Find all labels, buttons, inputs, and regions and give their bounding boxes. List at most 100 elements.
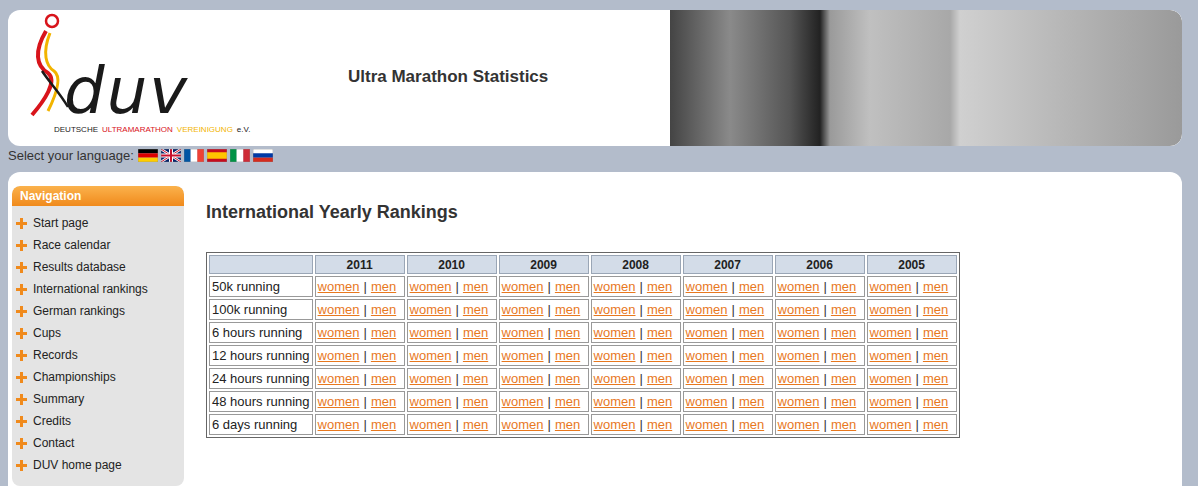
- women-link[interactable]: women: [318, 348, 360, 363]
- men-link[interactable]: men: [463, 394, 488, 409]
- women-link[interactable]: women: [778, 394, 820, 409]
- women-link[interactable]: women: [410, 348, 452, 363]
- men-link[interactable]: men: [739, 279, 764, 294]
- women-link[interactable]: women: [686, 279, 728, 294]
- de-flag-icon[interactable]: [138, 149, 158, 162]
- men-link[interactable]: men: [463, 279, 488, 294]
- women-link[interactable]: women: [870, 302, 912, 317]
- men-link[interactable]: men: [555, 325, 580, 340]
- men-link[interactable]: men: [647, 348, 672, 363]
- navigation-item[interactable]: Summary: [16, 388, 184, 410]
- women-link[interactable]: women: [594, 325, 636, 340]
- men-link[interactable]: men: [923, 325, 948, 340]
- men-link[interactable]: men: [831, 371, 856, 386]
- men-link[interactable]: men: [555, 302, 580, 317]
- women-link[interactable]: women: [410, 279, 452, 294]
- navigation-item[interactable]: DUV home page: [16, 454, 184, 476]
- men-link[interactable]: men: [923, 371, 948, 386]
- women-link[interactable]: women: [686, 325, 728, 340]
- men-link[interactable]: men: [739, 348, 764, 363]
- women-link[interactable]: women: [870, 325, 912, 340]
- women-link[interactable]: women: [870, 371, 912, 386]
- fr-flag-icon[interactable]: [184, 149, 204, 162]
- navigation-item[interactable]: Race calendar: [16, 234, 184, 256]
- women-link[interactable]: women: [502, 325, 544, 340]
- men-link[interactable]: men: [555, 279, 580, 294]
- women-link[interactable]: women: [870, 417, 912, 432]
- navigation-item[interactable]: Contact: [16, 432, 184, 454]
- men-link[interactable]: men: [647, 325, 672, 340]
- navigation-item[interactable]: Records: [16, 344, 184, 366]
- women-link[interactable]: women: [778, 417, 820, 432]
- women-link[interactable]: women: [502, 348, 544, 363]
- men-link[interactable]: men: [555, 371, 580, 386]
- es-flag-icon[interactable]: [207, 149, 227, 162]
- women-link[interactable]: women: [502, 417, 544, 432]
- men-link[interactable]: men: [463, 325, 488, 340]
- men-link[interactable]: men: [831, 394, 856, 409]
- navigation-item[interactable]: Championships: [16, 366, 184, 388]
- women-link[interactable]: women: [778, 302, 820, 317]
- women-link[interactable]: women: [686, 302, 728, 317]
- women-link[interactable]: women: [594, 394, 636, 409]
- navigation-item[interactable]: International rankings: [16, 278, 184, 300]
- women-link[interactable]: women: [410, 302, 452, 317]
- women-link[interactable]: women: [686, 394, 728, 409]
- navigation-item[interactable]: Results database: [16, 256, 184, 278]
- women-link[interactable]: women: [502, 302, 544, 317]
- men-link[interactable]: men: [371, 325, 396, 340]
- men-link[interactable]: men: [831, 417, 856, 432]
- women-link[interactable]: women: [686, 417, 728, 432]
- women-link[interactable]: women: [778, 325, 820, 340]
- men-link[interactable]: men: [463, 302, 488, 317]
- women-link[interactable]: women: [594, 279, 636, 294]
- men-link[interactable]: men: [647, 279, 672, 294]
- ru-flag-icon[interactable]: [253, 149, 273, 162]
- men-link[interactable]: men: [739, 417, 764, 432]
- navigation-item[interactable]: Cups: [16, 322, 184, 344]
- men-link[interactable]: men: [739, 302, 764, 317]
- men-link[interactable]: men: [923, 279, 948, 294]
- women-link[interactable]: women: [870, 279, 912, 294]
- men-link[interactable]: men: [647, 394, 672, 409]
- men-link[interactable]: men: [463, 348, 488, 363]
- men-link[interactable]: men: [371, 394, 396, 409]
- men-link[interactable]: men: [371, 279, 396, 294]
- men-link[interactable]: men: [831, 348, 856, 363]
- navigation-item[interactable]: Start page: [16, 212, 184, 234]
- women-link[interactable]: women: [318, 394, 360, 409]
- men-link[interactable]: men: [463, 417, 488, 432]
- women-link[interactable]: women: [318, 371, 360, 386]
- women-link[interactable]: women: [686, 371, 728, 386]
- women-link[interactable]: women: [410, 417, 452, 432]
- it-flag-icon[interactable]: [230, 149, 250, 162]
- men-link[interactable]: men: [739, 394, 764, 409]
- men-link[interactable]: men: [371, 302, 396, 317]
- navigation-item[interactable]: German rankings: [16, 300, 184, 322]
- men-link[interactable]: men: [555, 417, 580, 432]
- women-link[interactable]: women: [870, 394, 912, 409]
- navigation-item[interactable]: Credits: [16, 410, 184, 432]
- men-link[interactable]: men: [739, 325, 764, 340]
- women-link[interactable]: women: [778, 371, 820, 386]
- men-link[interactable]: men: [463, 371, 488, 386]
- men-link[interactable]: men: [739, 371, 764, 386]
- women-link[interactable]: women: [594, 371, 636, 386]
- men-link[interactable]: men: [923, 394, 948, 409]
- women-link[interactable]: women: [318, 302, 360, 317]
- men-link[interactable]: men: [371, 417, 396, 432]
- men-link[interactable]: men: [371, 371, 396, 386]
- women-link[interactable]: women: [870, 348, 912, 363]
- men-link[interactable]: men: [923, 417, 948, 432]
- women-link[interactable]: women: [410, 394, 452, 409]
- women-link[interactable]: women: [410, 371, 452, 386]
- women-link[interactable]: women: [318, 325, 360, 340]
- men-link[interactable]: men: [647, 302, 672, 317]
- men-link[interactable]: men: [647, 417, 672, 432]
- men-link[interactable]: men: [555, 394, 580, 409]
- women-link[interactable]: women: [502, 371, 544, 386]
- women-link[interactable]: women: [594, 302, 636, 317]
- women-link[interactable]: women: [502, 279, 544, 294]
- men-link[interactable]: men: [923, 348, 948, 363]
- women-link[interactable]: women: [778, 279, 820, 294]
